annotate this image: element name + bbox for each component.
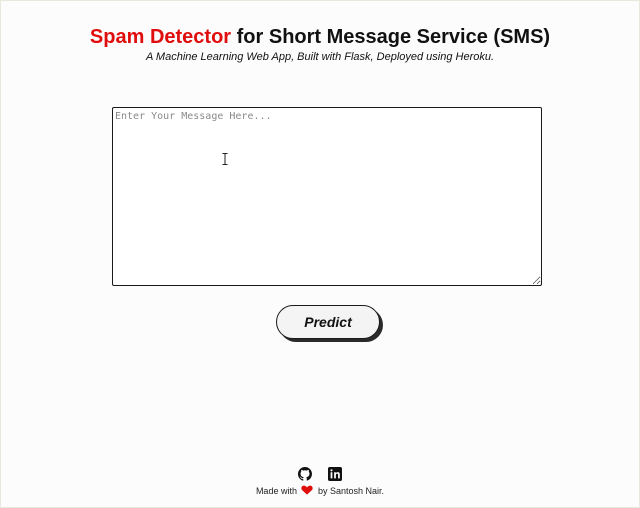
predict-button[interactable]: Predict	[276, 305, 380, 339]
github-icon[interactable]	[297, 466, 312, 481]
page-subtitle: A Machine Learning Web App, Built with F…	[145, 51, 495, 63]
linkedin-icon[interactable]	[328, 466, 343, 481]
social-links	[1, 465, 639, 481]
heart-icon	[301, 485, 314, 495]
title-rest: for Short Message Service (SMS)	[231, 26, 551, 48]
message-input[interactable]	[112, 107, 542, 286]
title-accent: Spam Detector	[89, 26, 232, 48]
page-header: Spam Detector for Short Message Service …	[1, 25, 639, 64]
made-with-text: Made with	[255, 486, 297, 496]
footer-credit: Made with by Santosh Nair.	[1, 485, 639, 496]
page-title: Spam Detector for Short Message Service …	[1, 25, 639, 49]
author-text: by Santosh Nair.	[318, 486, 385, 496]
